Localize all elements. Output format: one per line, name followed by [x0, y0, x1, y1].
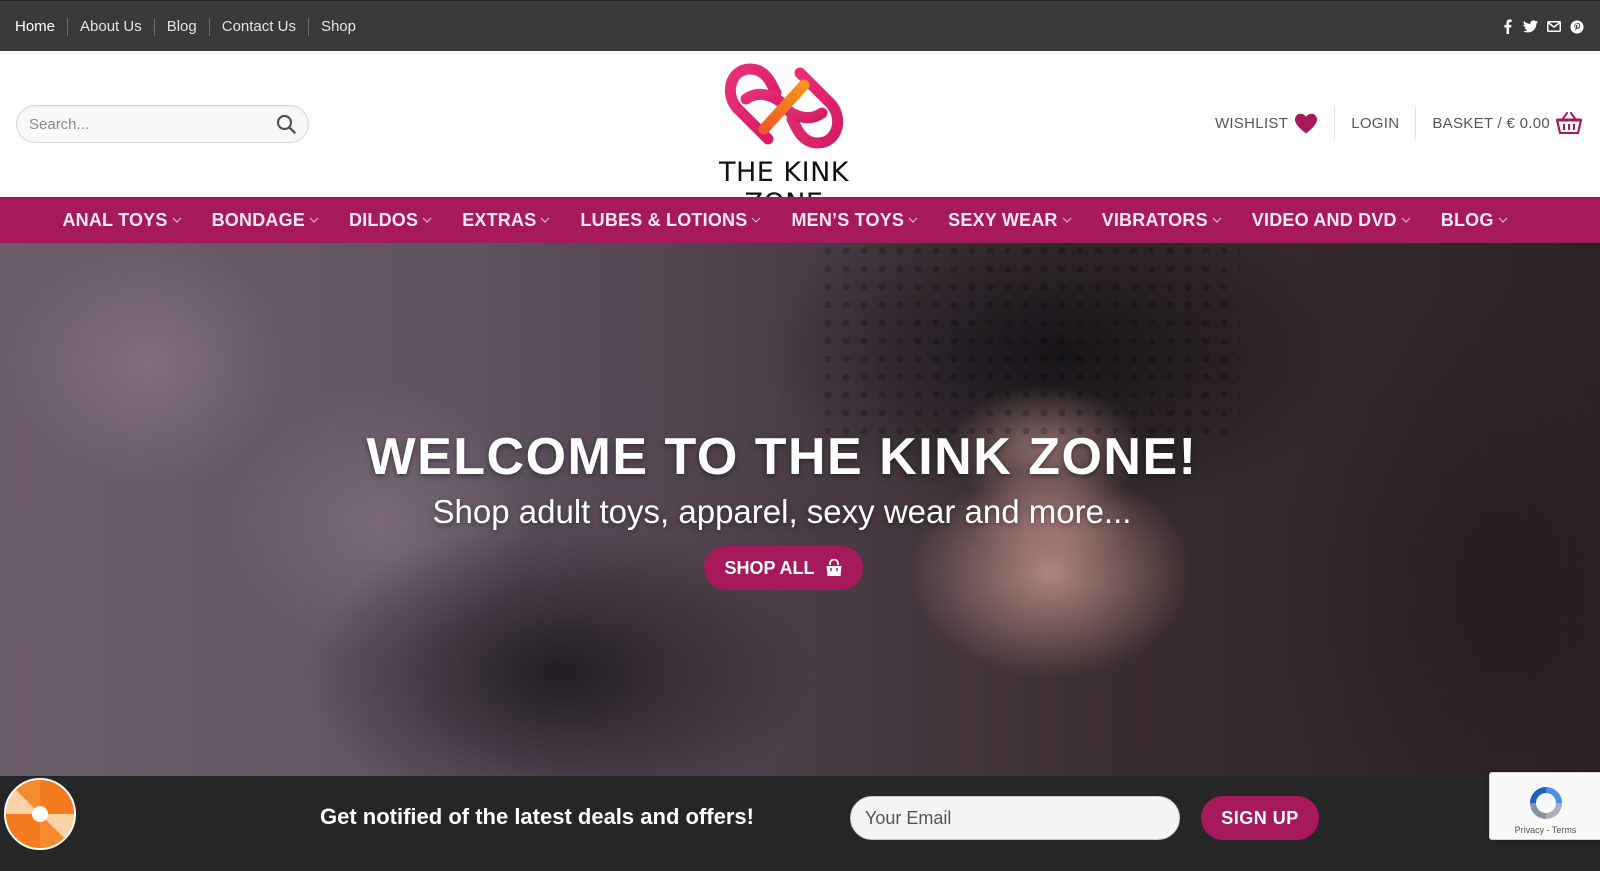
- spin-wheel-widget[interactable]: [4, 778, 76, 850]
- email-field[interactable]: [865, 797, 1165, 839]
- top-link-blog[interactable]: Blog: [153, 17, 209, 36]
- chevron-down-icon: [1212, 217, 1222, 223]
- top-bar: Home About Us Blog Contact Us Shop: [0, 0, 1600, 51]
- chevron-down-icon: [422, 217, 432, 223]
- wishlist-link[interactable]: WISHLIST: [1199, 105, 1334, 141]
- chevron-down-icon: [1401, 217, 1411, 223]
- basket-label: BASKET / € 0.00: [1432, 114, 1550, 132]
- email-field-wrapper: [850, 796, 1180, 840]
- search-box: [16, 105, 309, 143]
- header-account-links: WISHLIST LOGIN BASKET / € 0.00: [1199, 103, 1582, 143]
- recaptcha-text[interactable]: Privacy - Terms: [1490, 825, 1600, 835]
- wheel-icon: [4, 778, 76, 850]
- login-label: LOGIN: [1351, 114, 1400, 132]
- top-link-contact-us[interactable]: Contact Us: [208, 17, 308, 36]
- chevron-down-icon: [908, 217, 918, 223]
- site-header: THE KINK ZONE WISHLIST LOGIN BASKET / € …: [0, 51, 1600, 219]
- basket-icon: [1556, 112, 1582, 134]
- shopping-bag-icon: [826, 559, 841, 576]
- nav-item-mens-toys[interactable]: MEN’S TOYS: [791, 210, 918, 231]
- top-link-home[interactable]: Home: [15, 18, 67, 36]
- nav-item-blog[interactable]: BLOG: [1441, 210, 1508, 231]
- nav-item-vibrators[interactable]: VIBRATORS: [1102, 210, 1222, 231]
- chevron-down-icon: [752, 217, 761, 223]
- nav-item-video-and-dvd[interactable]: VIDEO AND DVD: [1252, 210, 1411, 231]
- chevron-down-icon: [1062, 217, 1072, 223]
- wishlist-label: WISHLIST: [1214, 114, 1289, 132]
- logo-mark-icon: [724, 63, 844, 149]
- heart-icon: [1295, 113, 1318, 133]
- social-links: [1500, 1, 1584, 52]
- sign-up-button[interactable]: SIGN UP: [1201, 796, 1319, 840]
- twitter-icon[interactable]: [1523, 19, 1538, 34]
- nav-item-label: MEN’S TOYS: [791, 209, 905, 230]
- hero-banner: WELCOME TO THE KINK ZONE! Shop adult toy…: [0, 243, 1600, 776]
- nav-item-bondage[interactable]: BONDAGE: [212, 210, 319, 231]
- hero-background-image: [820, 243, 1240, 443]
- newsletter-text: Get notified of the latest deals and off…: [320, 804, 754, 829]
- nav-item-label: BLOG: [1440, 209, 1494, 230]
- nav-item-lubes-lotions[interactable]: LUBES & LOTIONS: [580, 210, 761, 231]
- nav-item-label: SEXY WEAR: [948, 209, 1058, 230]
- nav-item-label: BONDAGE: [211, 209, 305, 230]
- nav-item-label: VIDEO AND DVD: [1251, 209, 1397, 230]
- main-nav: ANAL TOYS BONDAGE DILDOS EXTRAS LUBES & …: [0, 197, 1600, 243]
- pinterest-icon[interactable]: [1569, 19, 1584, 34]
- top-link-about-us[interactable]: About Us: [67, 17, 154, 36]
- chevron-down-icon: [1498, 217, 1507, 223]
- nav-item-anal-toys[interactable]: ANAL TOYS: [62, 209, 182, 231]
- nav-item-dildos[interactable]: DILDOS: [349, 210, 432, 231]
- top-link-shop[interactable]: Shop: [307, 17, 368, 36]
- hero-title: WELCOME TO THE KINK ZONE!: [366, 428, 1198, 486]
- search-icon[interactable]: [276, 114, 296, 134]
- facebook-icon[interactable]: [1500, 19, 1515, 34]
- recaptcha-icon: [1530, 787, 1562, 819]
- search-input[interactable]: [29, 106, 269, 142]
- basket-link[interactable]: BASKET / € 0.00: [1416, 105, 1582, 141]
- newsletter-bar: Get notified of the latest deals and off…: [0, 776, 1600, 871]
- chevron-down-icon: [172, 217, 182, 223]
- hero-subtitle: Shop adult toys, apparel, sexy wear and …: [432, 493, 1132, 530]
- nav-item-label: EXTRAS: [462, 209, 537, 230]
- site-logo[interactable]: THE KINK ZONE: [676, 59, 892, 219]
- nav-item-sexy-wear[interactable]: SEXY WEAR: [948, 210, 1072, 231]
- nav-item-label: DILDOS: [349, 209, 419, 230]
- nav-item-label: VIBRATORS: [1101, 209, 1208, 230]
- shop-all-button[interactable]: SHOP ALL: [704, 546, 863, 590]
- nav-item-label: LUBES & LOTIONS: [580, 209, 748, 230]
- top-nav: Home About Us Blog Contact Us Shop: [15, 1, 368, 52]
- email-icon[interactable]: [1546, 19, 1561, 34]
- nav-item-label: ANAL TOYS: [62, 209, 168, 230]
- chevron-down-icon: [309, 217, 319, 223]
- nav-item-extras[interactable]: EXTRAS: [462, 210, 550, 231]
- chevron-down-icon: [540, 217, 550, 223]
- shop-all-label: SHOP ALL: [724, 557, 815, 578]
- recaptcha-badge[interactable]: Privacy - Terms: [1489, 772, 1600, 840]
- login-link[interactable]: LOGIN: [1335, 105, 1415, 141]
